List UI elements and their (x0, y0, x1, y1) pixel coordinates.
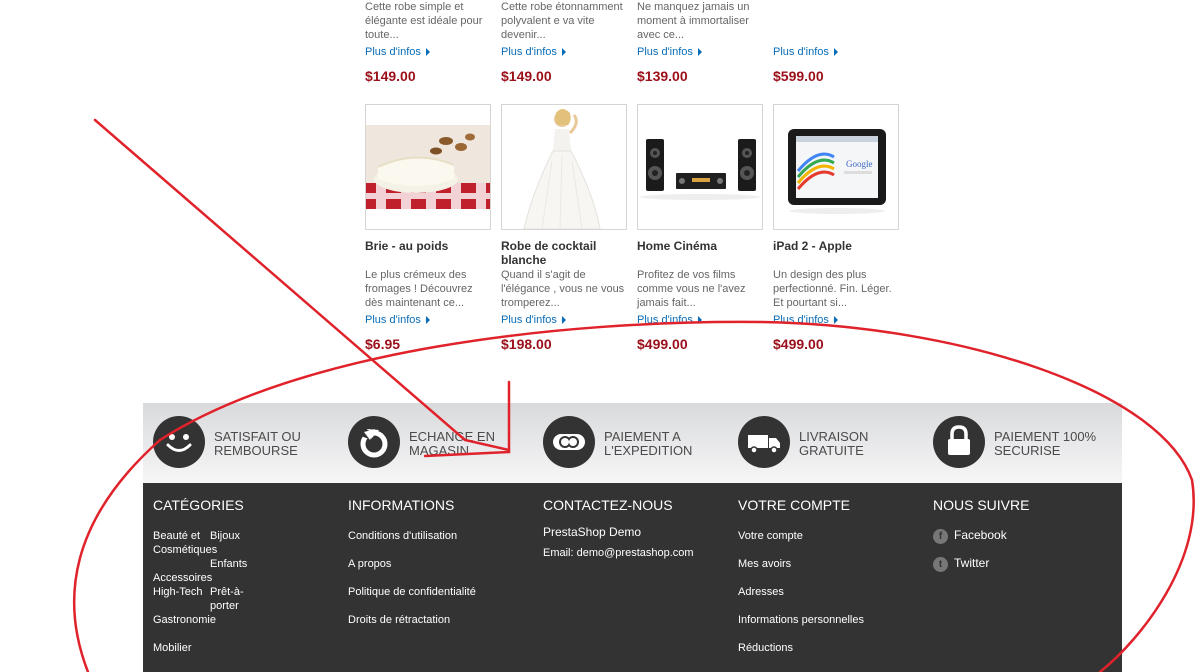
product-description: Quand il s'agit de l'élégance , vous ne … (501, 269, 625, 309)
footer-account: VOTRE COMPTE (738, 497, 850, 513)
email-link[interactable]: demo@prestashop.com (577, 547, 694, 559)
reassurance-text: PAIEMENT A L'EXPEDITION (604, 429, 693, 458)
category-link-bijoux[interactable]: Bijoux (210, 530, 240, 542)
twitter-link[interactable]: t Twitter (933, 556, 989, 572)
product-price: $6.95 (365, 336, 401, 352)
product-image-dress[interactable] (501, 104, 627, 230)
facebook-link[interactable]: f Facebook (933, 528, 1007, 544)
product-card: Ne manquez jamais un moment à immortalis… (637, 0, 763, 42)
smiley-icon (153, 416, 205, 468)
company-name: PrestaShop Demo (543, 525, 642, 539)
category-link-enfants[interactable]: Enfants (210, 558, 247, 570)
footer-heading: VOTRE COMPTE (738, 497, 851, 513)
account-link[interactable]: Informations personnelles (738, 614, 864, 626)
account-link[interactable]: Votre compte (738, 530, 803, 542)
more-info-link[interactable]: Plus d'infos (501, 314, 566, 326)
product-name[interactable]: Brie - au poids (365, 239, 491, 253)
footer-heading: CONTACTEZ-NOUS (543, 497, 673, 513)
product-card: Cette robe simple et élégante est idéale… (365, 0, 491, 42)
info-link[interactable]: Droits de rétractation (348, 614, 450, 626)
category-link-beaute[interactable]: Beauté et (153, 530, 200, 542)
footer-follow: NOUS SUIVRE (933, 497, 1029, 513)
product-image-home-cinema[interactable] (637, 104, 763, 230)
account-link[interactable]: Mes avoirs (738, 558, 791, 570)
truck-icon (738, 416, 790, 468)
product-price: $139.00 (637, 68, 688, 84)
footer-contact: CONTACTEZ-NOUS (543, 497, 673, 513)
footer-heading: INFORMATIONS (348, 497, 455, 513)
footer-heading: NOUS SUIVRE (933, 497, 1030, 513)
product-name[interactable]: Robe de cocktail blanche (501, 239, 627, 267)
arrow-right-icon (697, 48, 702, 57)
arrow-right-icon (425, 316, 430, 325)
product-name[interactable]: iPad 2 - Apple (773, 239, 899, 253)
category-link-mobilier[interactable]: Mobilier (153, 642, 192, 654)
reassurance-band: SATISFAIT OU REMBOURSE ECHANGE EN MAGASIN … (143, 403, 1122, 483)
more-info-link[interactable]: Plus d'infos (501, 46, 566, 58)
product-description: Un design des plus perfectionné. Fin. Lé… (773, 269, 892, 309)
product-price: $149.00 (365, 68, 416, 84)
arrow-right-icon (425, 48, 430, 57)
category-link-pret-a-porter[interactable]: porter (210, 600, 239, 612)
more-info-link[interactable]: Plus d'infos (637, 46, 702, 58)
twitter-icon: t (933, 557, 948, 572)
product-card: Cette robe étonnamment polyvalent e va v… (501, 0, 627, 42)
arrow-right-icon (833, 48, 838, 57)
product-price: $499.00 (773, 336, 824, 352)
account-link[interactable]: Adresses (738, 586, 784, 598)
account-link[interactable]: Réductions (738, 642, 793, 654)
product-description: Le plus crémeux des fromages ! Découvrez… (365, 269, 473, 309)
category-link-high-tech[interactable]: High-Tech (153, 586, 203, 598)
product-price: $149.00 (501, 68, 552, 84)
category-link-pret-a-porter[interactable]: Prêt-à- (210, 586, 244, 598)
reassurance-text: SATISFAIT OU REMBOURSE (214, 429, 301, 458)
more-info-link[interactable]: Plus d'infos (365, 46, 430, 58)
product-price: $599.00 (773, 68, 824, 84)
product-price: $198.00 (501, 336, 552, 352)
footer: CATÉGORIES Beauté et Cosmétiques Bijoux … (143, 483, 1122, 672)
category-link-accessoires[interactable]: Accessoires (153, 572, 212, 584)
footer-categories: CATÉGORIES (153, 497, 244, 513)
arrow-right-icon (833, 316, 838, 325)
contact-email: Email: demo@prestashop.com (543, 547, 694, 559)
cash-icon (543, 416, 595, 468)
reassurance-text: LIVRAISON GRATUITE (799, 429, 869, 458)
reassurance-text: PAIEMENT 100% SECURISE (994, 429, 1097, 458)
arrow-right-icon (561, 48, 566, 57)
arrow-right-icon (697, 316, 702, 325)
facebook-icon: f (933, 529, 948, 544)
product-description: Cette robe simple et élégante est idéale… (365, 1, 483, 41)
more-info-link[interactable]: Plus d'infos (773, 46, 838, 58)
product-description: Cette robe étonnamment polyvalent e va v… (501, 1, 623, 41)
more-info-link[interactable]: Plus d'infos (773, 314, 838, 326)
svg-text:Google: Google (846, 159, 873, 169)
info-link[interactable]: Conditions d'utilisation (348, 530, 457, 542)
reassurance-text: ECHANGE EN MAGASIN (409, 429, 495, 458)
info-link[interactable]: A propos (348, 558, 391, 570)
more-info-link[interactable]: Plus d'infos (365, 314, 430, 326)
more-info-link[interactable]: Plus d'infos (637, 314, 702, 326)
product-description: Ne manquez jamais un moment à immortalis… (637, 1, 750, 41)
info-link[interactable]: Politique de confidentialité (348, 586, 476, 598)
padlock-icon (933, 416, 985, 468)
footer-heading: CATÉGORIES (153, 497, 244, 513)
product-image-brie[interactable] (365, 104, 491, 230)
refresh-icon (348, 416, 400, 468)
arrow-right-icon (561, 316, 566, 325)
category-link-beaute[interactable]: Cosmétiques (153, 544, 217, 556)
product-image-ipad[interactable]: Google (773, 104, 899, 230)
product-name[interactable]: Home Cinéma (637, 239, 763, 253)
footer-informations: INFORMATIONS (348, 497, 454, 513)
category-link-gastronomie[interactable]: Gastronomie (153, 614, 216, 626)
product-description: Profitez de vos films comme vous ne l'av… (637, 269, 746, 309)
product-price: $499.00 (637, 336, 688, 352)
